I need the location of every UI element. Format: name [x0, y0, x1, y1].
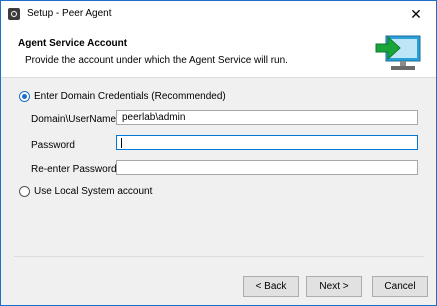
username-input[interactable]: peerlab\admin	[116, 110, 418, 125]
domain-credentials-radio[interactable]	[19, 91, 30, 102]
password-label: Password	[31, 140, 75, 151]
back-button[interactable]: < Back	[243, 276, 299, 297]
footer-divider	[14, 256, 424, 257]
username-label: Domain\UserName	[31, 114, 117, 125]
setup-window: Setup - Peer Agent ✕ Agent Service Accou…	[0, 0, 437, 306]
window-title: Setup - Peer Agent	[27, 8, 112, 19]
cancel-button[interactable]: Cancel	[372, 276, 428, 297]
page-subtitle: Provide the account under which the Agen…	[25, 55, 288, 66]
text-caret	[121, 138, 122, 148]
page-title: Agent Service Account	[18, 38, 128, 49]
local-system-radio[interactable]	[19, 186, 30, 197]
domain-credentials-label: Enter Domain Credentials (Recommended)	[34, 91, 226, 102]
wizard-header: Agent Service Account Provide the accoun…	[1, 27, 436, 78]
app-icon	[8, 8, 20, 20]
close-button[interactable]: ✕	[396, 1, 436, 27]
computer-install-icon	[375, 35, 421, 70]
reenter-password-label: Re-enter Password	[31, 164, 117, 175]
local-system-label: Use Local System account	[34, 186, 153, 197]
password-input[interactable]	[116, 135, 418, 150]
next-button[interactable]: Next >	[306, 276, 362, 297]
title-bar: Setup - Peer Agent ✕	[1, 1, 436, 27]
reenter-password-input[interactable]	[116, 160, 418, 175]
